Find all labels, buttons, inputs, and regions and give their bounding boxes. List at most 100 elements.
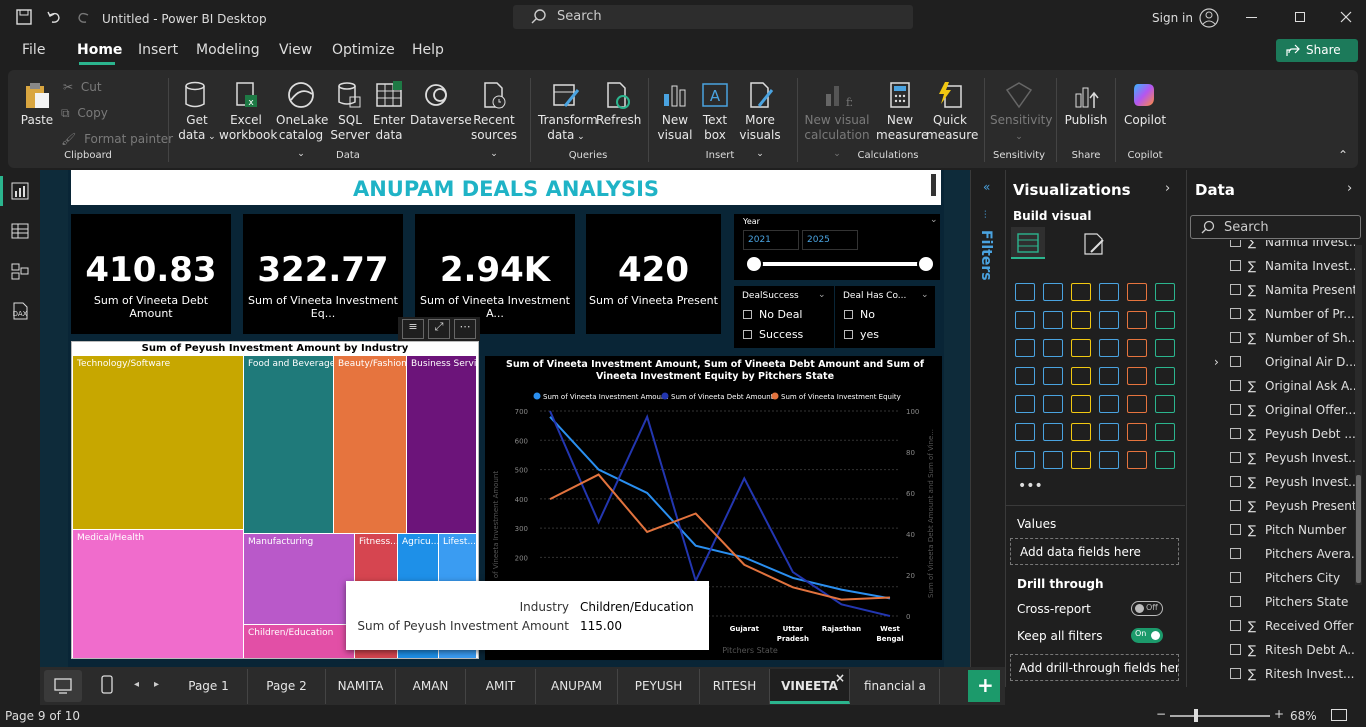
year-slicer[interactable]: Year ⌄ 2021 2025 <box>734 214 940 280</box>
report-view-icon[interactable] <box>11 182 29 200</box>
visual-type-icon[interactable] <box>1043 395 1063 413</box>
data-field[interactable]: ∑ Peyush Present <box>1230 499 1356 513</box>
publish-button[interactable]: Publish <box>1062 80 1110 128</box>
year-from-input[interactable]: 2021 <box>743 230 799 250</box>
filters-pane-collapsed[interactable]: « ⫶ Filters <box>970 170 1004 667</box>
visual-type-icon[interactable] <box>1015 423 1035 441</box>
data-field[interactable]: ∑ Namita Invest... <box>1230 240 1356 249</box>
page-tab[interactable]: AMAN <box>396 669 466 704</box>
visual-type-icon[interactable] <box>1099 339 1119 357</box>
data-field[interactable]: ∑ Pitch Number <box>1230 523 1346 537</box>
expand-icon[interactable]: › <box>1214 355 1219 369</box>
visual-type-icon[interactable] <box>1099 423 1119 441</box>
redo-icon[interactable] <box>76 9 92 25</box>
share-button[interactable]: Share <box>1276 39 1358 62</box>
dax-query-view-icon[interactable]: DAX <box>11 302 29 320</box>
visual-type-icon[interactable] <box>1043 423 1063 441</box>
field-checkbox[interactable] <box>1230 452 1241 463</box>
refresh-button[interactable]: Refresh <box>596 80 641 128</box>
menu-help[interactable]: Help <box>412 42 444 58</box>
visual-type-icon[interactable] <box>1071 395 1091 413</box>
data-field[interactable]: ∑ Original Offer... <box>1230 403 1356 417</box>
kpi-card-present[interactable]: 420 Sum of Vineeta Present <box>586 214 721 334</box>
visual-type-icon[interactable] <box>1071 339 1091 357</box>
visual-type-icon[interactable] <box>1015 283 1035 301</box>
visual-type-icon[interactable] <box>1015 339 1035 357</box>
data-field[interactable]: ∑ Number of Sh... <box>1230 331 1356 345</box>
visual-type-icon[interactable] <box>1127 311 1147 329</box>
visual-type-icon[interactable] <box>1015 367 1035 385</box>
avatar-icon[interactable] <box>1199 8 1219 28</box>
visual-type-icon[interactable] <box>1099 367 1119 385</box>
visual-type-icon[interactable] <box>1099 395 1119 413</box>
page-tab[interactable]: AMIT <box>466 669 536 704</box>
year-slider-end-handle[interactable] <box>917 255 935 273</box>
field-checkbox[interactable] <box>1230 404 1241 415</box>
page-tab[interactable]: Page 1 <box>170 669 248 704</box>
field-checkbox[interactable] <box>1230 668 1241 679</box>
treemap-tile[interactable]: Medical/Health <box>73 530 243 658</box>
search-box[interactable]: Search <box>513 5 913 29</box>
format-visual-icon[interactable] <box>1082 232 1106 256</box>
data-field[interactable]: ∑ Number of Pr... <box>1230 307 1355 321</box>
field-checkbox[interactable] <box>1230 380 1241 391</box>
deal-success-slicer[interactable]: DealSuccess ⌄ No Deal Success <box>734 286 834 348</box>
page-tab[interactable]: PEYUSH <box>618 669 700 704</box>
visual-type-icon[interactable] <box>1127 423 1147 441</box>
new-visual-button[interactable]: New visual <box>656 80 694 143</box>
report-title[interactable]: ANUPAM DEALS ANALYSIS <box>71 170 941 205</box>
data-field[interactable]: ∑ Peyush Invest... <box>1230 475 1356 489</box>
page-tab[interactable]: RITESH <box>700 669 770 704</box>
menu-insert[interactable]: Insert <box>138 42 178 58</box>
menu-home[interactable]: Home <box>77 42 122 58</box>
field-checkbox[interactable] <box>1230 548 1241 559</box>
data-field[interactable]: ∑ Ritesh Invest... <box>1230 667 1354 681</box>
close-icon[interactable] <box>1340 11 1352 23</box>
visual-type-icon[interactable] <box>1015 311 1035 329</box>
kpi-card-investment-amount[interactable]: 2.94K Sum of Vineeta Investment A... <box>415 214 575 334</box>
more-options-icon[interactable]: ⋯ <box>454 319 476 339</box>
visual-type-icon[interactable] <box>1127 283 1147 301</box>
deal-success-option-no-deal[interactable]: No Deal <box>743 308 803 321</box>
field-checkbox[interactable] <box>1230 644 1241 655</box>
kpi-card-investment-equity[interactable]: 322.77 Sum of Vineeta Investment Eq... <box>243 214 403 334</box>
field-checkbox[interactable] <box>1230 524 1241 535</box>
visual-type-icon[interactable] <box>1127 367 1147 385</box>
transform-data-button[interactable]: Transform data ⌄ <box>538 80 598 145</box>
deal-has-co-option-yes[interactable]: yes <box>844 328 879 341</box>
visual-type-icon[interactable] <box>1127 451 1147 469</box>
keep-filters-toggle[interactable]: On <box>1131 628 1163 643</box>
dataverse-button[interactable]: Dataverse <box>410 80 472 128</box>
visual-type-icon[interactable] <box>1043 283 1063 301</box>
sign-in-link[interactable]: Sign in <box>1152 11 1193 25</box>
visual-type-icon[interactable] <box>1155 367 1175 385</box>
field-checkbox[interactable] <box>1230 332 1241 343</box>
menu-view[interactable]: View <box>279 42 312 58</box>
data-field[interactable]: ∑ Peyush Invest... <box>1230 451 1356 465</box>
collapse-ribbon-icon[interactable]: ⌃ <box>1338 148 1348 162</box>
visual-type-icon[interactable] <box>1155 423 1175 441</box>
zoom-out-button[interactable]: − <box>1156 707 1166 721</box>
visual-type-icon[interactable] <box>1015 395 1035 413</box>
treemap-tile[interactable]: Manufacturing <box>244 534 354 624</box>
visual-type-icon[interactable] <box>1071 451 1091 469</box>
treemap-tile[interactable]: Technology/Software <box>73 356 243 529</box>
model-view-icon[interactable] <box>11 262 29 280</box>
text-box-button[interactable]: A Text box <box>698 80 732 143</box>
data-field[interactable]: ∑ Original Ask A... <box>1230 379 1356 393</box>
save-icon[interactable] <box>16 9 32 25</box>
field-checkbox[interactable] <box>1230 356 1241 367</box>
field-checkbox[interactable] <box>1230 240 1241 247</box>
recent-sources-button[interactable]: Recent sources ⌄ <box>469 80 519 162</box>
year-to-input[interactable]: 2025 <box>802 230 858 250</box>
data-field[interactable]: Original Air D... › <box>1214 355 1356 369</box>
table-view-icon[interactable] <box>11 222 29 240</box>
zoom-in-button[interactable]: + <box>1274 707 1284 721</box>
data-field[interactable]: ∑ Ritesh Debt A... <box>1230 643 1356 657</box>
visual-type-icon[interactable] <box>1155 451 1175 469</box>
format-painter-button[interactable]: 🖌 Format painter <box>61 132 173 146</box>
field-checkbox[interactable] <box>1230 260 1241 271</box>
menu-file[interactable]: File <box>22 42 45 58</box>
data-field[interactable]: ∑ Received Offer <box>1230 619 1353 633</box>
deal-success-option-success[interactable]: Success <box>743 328 803 341</box>
